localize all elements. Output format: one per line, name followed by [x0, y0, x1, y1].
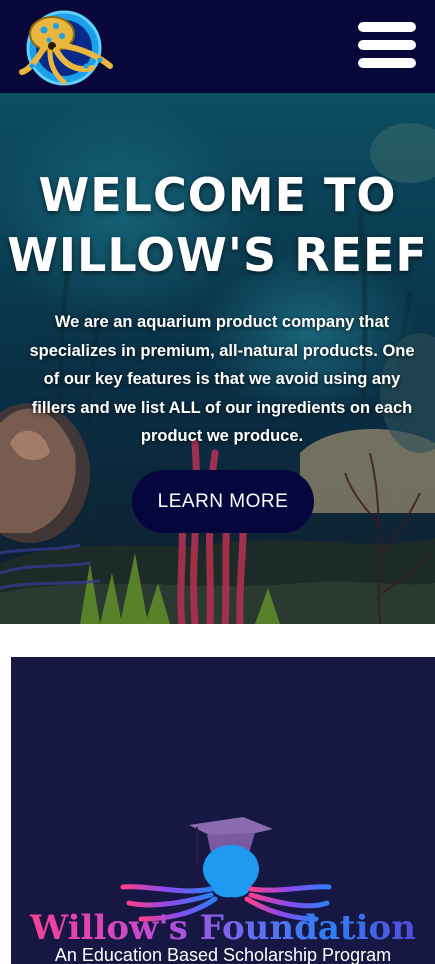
hero-description: We are an aquarium product company that …: [29, 313, 415, 446]
learn-more-button[interactable]: LEARN MORE: [132, 470, 314, 533]
menu-bar: [358, 40, 416, 50]
foundation-card: Willow's Foundation An Education Based S…: [11, 657, 435, 964]
menu-bar: [358, 22, 416, 32]
octopus-logo-icon[interactable]: [14, 8, 114, 86]
site-header: [0, 0, 435, 93]
foundation-name: Willow's Foundation: [11, 908, 435, 948]
foundation-subtitle: An Education Based Scholarship Program: [54, 945, 392, 964]
menu-bar: [358, 58, 416, 68]
hero-title: WELCOME TO WILLOW'S REEF: [7, 168, 428, 282]
hamburger-menu-icon[interactable]: [358, 22, 418, 72]
hero-section: WELCOME TO WILLOW'S REEF We are an aquar…: [0, 93, 435, 624]
